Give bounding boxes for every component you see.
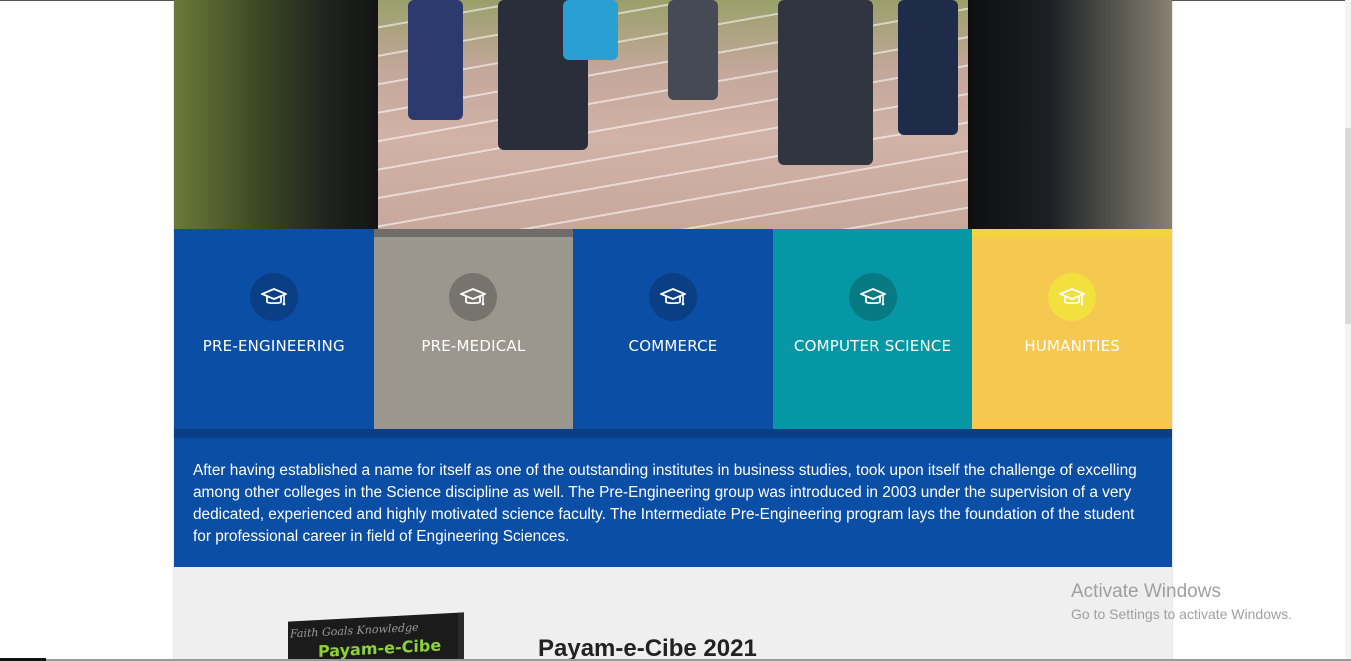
graduation-cap-icon [449,273,498,321]
graduation-cap-icon [848,273,897,321]
program-tile-pre-medical[interactable]: PRE-MEDICAL [373,229,574,429]
hero-image [174,0,1172,229]
watermark-line-1: Activate Windows [1071,581,1221,602]
program-tile-pre-engineering[interactable]: PRE-ENGINEERING [174,229,374,429]
hero-blur-left [174,0,378,229]
scrollbar-thumb[interactable] [1345,128,1351,324]
program-label: HUMANITIES [1024,337,1121,355]
windows-activation-watermark: Activate Windows Go to Settings to activ… [1071,581,1292,625]
program-tile-computer-science[interactable]: COMPUTER SCIENCE [772,229,973,429]
runner-figure [408,0,463,120]
program-label: COMMERCE [628,337,718,355]
program-label: COMPUTER SCIENCE [793,337,952,355]
hero-track [378,0,968,229]
page-container: PRE-ENGINEERING PRE-MEDICAL COMMERCE COM… [174,0,1172,661]
program-tile-humanities[interactable]: HUMANITIES [972,229,1172,429]
publication-section: Faith Goals Knowledge Payam-e-Cibe Payam… [174,567,1172,661]
magazine-cover-image[interactable]: Faith Goals Knowledge Payam-e-Cibe [288,612,464,661]
graduation-cap-icon [249,273,298,321]
runner-figure [563,0,618,60]
scrollbar-track[interactable] [1345,0,1351,661]
watermark-line-2: Go to Settings to activate Windows. [1071,606,1292,622]
runner-figure [778,0,873,165]
cover-title: Payam-e-Cibe [318,635,442,661]
graduation-cap-icon [648,273,697,321]
runner-figure [898,0,958,135]
program-tile-commerce[interactable]: COMMERCE [573,229,773,429]
program-label: PRE-ENGINEERING [202,337,345,355]
description-text: After having established a name for itse… [193,462,1137,545]
program-label: PRE-MEDICAL [421,337,526,355]
graduation-cap-icon [1048,273,1097,321]
program-tiles: PRE-ENGINEERING PRE-MEDICAL COMMERCE COM… [174,229,1172,429]
hero-blur-right [968,0,1172,229]
publication-title[interactable]: Payam-e-Cibe 2021 [538,635,757,661]
runner-figure [668,0,718,100]
program-description: After having established a name for itse… [174,429,1172,567]
